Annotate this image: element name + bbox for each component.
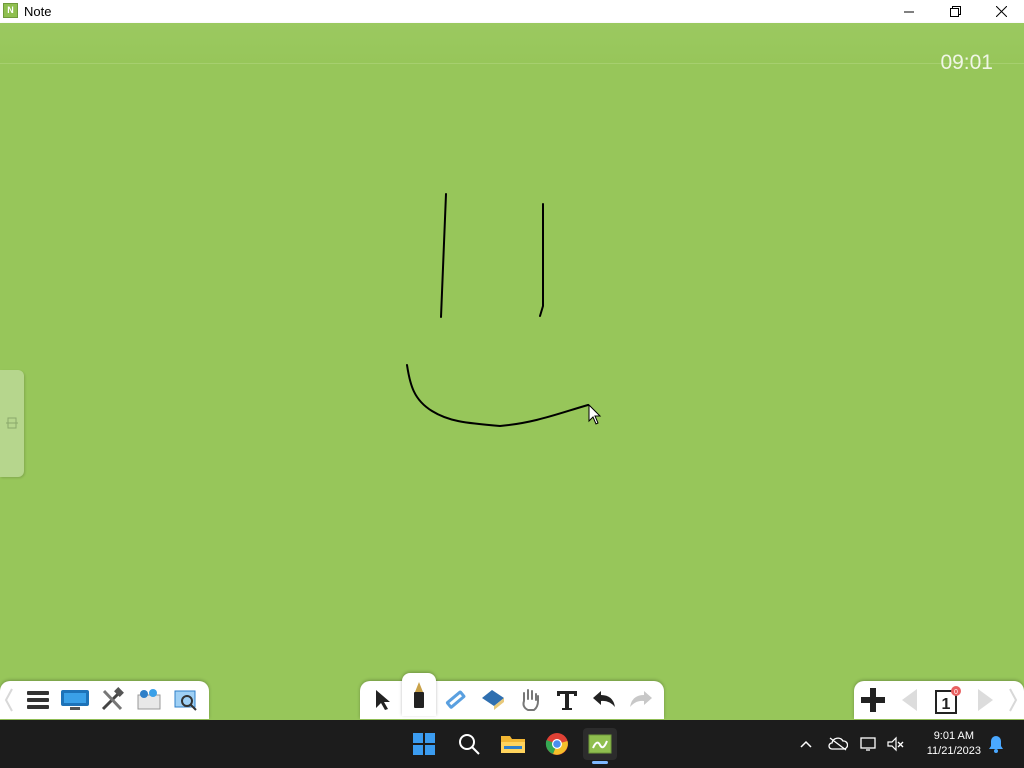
drawing-canvas[interactable]: 09:01	[0, 23, 1024, 640]
pen-tool[interactable]	[402, 673, 436, 716]
notifications-button[interactable]	[986, 734, 1006, 754]
eraser-icon	[482, 690, 504, 710]
left-scroll-button[interactable]	[0, 684, 18, 716]
volume-button[interactable]	[886, 734, 906, 754]
menu-button[interactable]	[21, 684, 55, 716]
windows-start-icon	[413, 733, 435, 755]
chevron-left-icon	[4, 688, 13, 712]
pen-icon	[414, 681, 424, 708]
screen-button[interactable]	[58, 684, 92, 716]
hand-tool[interactable]	[513, 684, 547, 716]
menu-icon	[27, 691, 49, 709]
taskbar: 9:01 AM 11/21/2023	[0, 720, 1024, 768]
highlighter-tool[interactable]	[439, 684, 473, 716]
start-button[interactable]	[407, 728, 441, 760]
volume-muted-icon	[887, 736, 904, 752]
cloud-status-button[interactable]	[828, 734, 848, 754]
screen-icon	[61, 690, 89, 710]
select-tool[interactable]	[365, 684, 399, 716]
minimize-icon	[904, 11, 914, 12]
redo-button[interactable]	[624, 684, 658, 716]
page-number: 1	[942, 696, 951, 713]
restore-button[interactable]	[932, 0, 978, 23]
prev-page-icon	[902, 689, 917, 711]
tray-time: 9:01 AM	[933, 730, 975, 742]
network-icon	[860, 737, 876, 751]
note-app-icon: N	[3, 3, 18, 18]
window-title: Note	[24, 4, 52, 19]
next-page-icon	[978, 689, 993, 711]
tray-overflow-button[interactable]	[796, 734, 816, 754]
add-page-button[interactable]	[856, 684, 890, 716]
tray-clock[interactable]: 9:01 AM 11/21/2023	[927, 729, 981, 759]
tools-icon	[101, 687, 124, 711]
eraser-tool[interactable]	[476, 684, 510, 716]
page-badge: 0	[954, 689, 958, 696]
chrome-button[interactable]	[540, 728, 574, 760]
page-indicator[interactable]: 1 0	[930, 684, 964, 716]
active-app-indicator	[592, 761, 608, 764]
ink-stroke-left-eye	[440, 193, 447, 318]
note-app-icon	[588, 734, 612, 754]
close-button[interactable]	[978, 0, 1024, 23]
undo-button[interactable]	[587, 684, 621, 716]
ink-stroke-right-eye	[539, 203, 544, 317]
prev-page-button[interactable]	[892, 684, 926, 716]
gallery-icon	[137, 689, 161, 710]
minimize-button[interactable]	[886, 0, 932, 23]
tray-date: 11/21/2023	[926, 745, 981, 757]
highlighter-icon	[445, 690, 466, 709]
right-scroll-button[interactable]	[1004, 684, 1022, 716]
page-toolbar: 1 0	[854, 681, 1024, 719]
drawing-toolbar	[360, 673, 664, 719]
title-bar: N Note	[0, 0, 1024, 23]
search-button[interactable]	[452, 728, 486, 760]
note-taskbar-button[interactable]	[583, 728, 617, 760]
network-button[interactable]	[859, 734, 879, 754]
notification-bell-icon	[989, 736, 1003, 753]
file-explorer-button[interactable]	[496, 728, 530, 760]
restore-icon	[949, 6, 961, 17]
text-icon	[557, 691, 577, 710]
hand-icon	[522, 689, 539, 711]
page-icon: 1 0	[935, 686, 961, 714]
search-icon	[459, 734, 480, 755]
add-page-icon	[861, 688, 885, 712]
file-explorer-icon	[501, 736, 525, 753]
undo-icon	[593, 691, 615, 707]
left-toolbar	[0, 681, 209, 719]
image-zoom-button[interactable]	[169, 684, 203, 716]
ink-drawing	[406, 193, 602, 428]
mouse-cursor-icon	[588, 403, 602, 425]
ink-stroke-mouth	[406, 364, 589, 428]
redo-icon	[630, 691, 652, 707]
gallery-button[interactable]	[132, 684, 166, 716]
text-tool[interactable]	[550, 684, 584, 716]
chrome-icon	[545, 733, 568, 755]
close-icon	[995, 6, 1007, 17]
select-pointer-icon	[376, 690, 390, 710]
cloud-off-icon	[828, 737, 848, 751]
tools-button[interactable]	[95, 684, 129, 716]
next-page-button[interactable]	[969, 684, 1003, 716]
chevron-right-icon	[1009, 688, 1018, 712]
image-zoom-icon	[174, 690, 197, 711]
chevron-up-icon	[800, 740, 812, 748]
